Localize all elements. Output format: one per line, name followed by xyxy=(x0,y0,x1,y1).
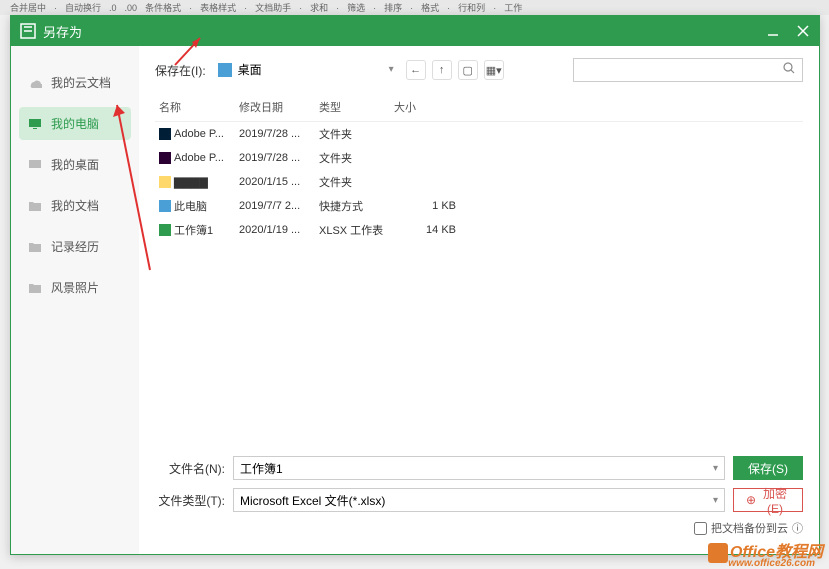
folder-icon xyxy=(159,176,171,188)
cloud-icon xyxy=(27,75,43,91)
info-icon: ⓘ xyxy=(792,520,803,536)
up-button[interactable]: ↑ xyxy=(432,60,452,80)
sidebar-item-records[interactable]: 记录经历 xyxy=(11,230,139,263)
file-list-header[interactable]: 名称 修改日期 类型 大小 xyxy=(155,93,803,122)
filetype-label: 文件类型(T): xyxy=(155,492,225,509)
chevron-down-icon: ▾ xyxy=(389,64,394,75)
folder-icon xyxy=(27,280,43,296)
sidebar-label: 我的电脑 xyxy=(51,115,99,132)
file-list: 名称 修改日期 类型 大小 Adobe P... 2019/7/28 ... 文… xyxy=(155,92,803,450)
pc-icon xyxy=(159,200,171,212)
filename-input[interactable]: 工作簿1 ▾ xyxy=(233,456,725,480)
file-row[interactable]: 此电脑 2019/7/7 2... 快捷方式 1 KB xyxy=(155,194,803,218)
folder-icon xyxy=(27,239,43,255)
file-row[interactable]: ▇▇▇▇ 2020/1/15 ... 文件夹 xyxy=(155,170,803,194)
watermark: Office教程网 www.office26.com xyxy=(708,538,823,563)
pr-icon xyxy=(159,152,171,164)
path-row: 保存在(I): 桌面 ▾ ← ↑ ▢ ▦▾ xyxy=(155,58,803,82)
backup-checkbox[interactable] xyxy=(694,522,707,535)
encrypt-button[interactable]: ⊕ 加密(E) xyxy=(733,488,803,512)
back-button[interactable]: ← xyxy=(406,60,426,80)
search-box[interactable] xyxy=(573,58,803,82)
col-size[interactable]: 大小 xyxy=(390,97,460,117)
save-button[interactable]: 保存(S) xyxy=(733,456,803,480)
bottom-panel: 文件名(N): 工作簿1 ▾ 保存(S) 文件类型(T): Microsoft … xyxy=(155,450,803,542)
sidebar-label: 我的桌面 xyxy=(51,156,99,173)
sidebar-item-desktop[interactable]: 我的桌面 xyxy=(11,148,139,181)
sidebar-label: 我的云文档 xyxy=(51,74,111,91)
watermark-url: www.office26.com xyxy=(728,558,815,569)
chevron-down-icon: ▾ xyxy=(713,495,718,506)
office-icon xyxy=(708,543,728,563)
search-input[interactable] xyxy=(580,63,782,77)
close-button[interactable] xyxy=(795,23,811,39)
backup-checkbox-row[interactable]: 把文档备份到云 ⓘ xyxy=(155,520,803,536)
xlsx-icon xyxy=(159,224,171,236)
save-as-dialog: 另存为 我的云文档 我的电脑 我的桌面 xyxy=(10,15,820,555)
new-folder-button[interactable]: ▢ xyxy=(458,60,478,80)
titlebar: 另存为 xyxy=(11,16,819,46)
location-dropdown[interactable]: 桌面 ▾ xyxy=(214,59,394,81)
sidebar-item-cloud[interactable]: 我的云文档 xyxy=(11,66,139,99)
col-date[interactable]: 修改日期 xyxy=(235,97,315,117)
sidebar-label: 我的文档 xyxy=(51,197,99,214)
file-row[interactable]: Adobe P... 2019/7/28 ... 文件夹 xyxy=(155,146,803,170)
sidebar-item-documents[interactable]: 我的文档 xyxy=(11,189,139,222)
dialog-title: 另存为 xyxy=(43,22,765,41)
computer-icon xyxy=(27,116,43,132)
backup-label: 把文档备份到云 xyxy=(711,520,788,536)
minimize-button[interactable] xyxy=(765,23,781,39)
col-name[interactable]: 名称 xyxy=(155,97,235,117)
filename-label: 文件名(N): xyxy=(155,460,225,477)
file-row[interactable]: Adobe P... 2019/7/28 ... 文件夹 xyxy=(155,122,803,146)
filetype-dropdown[interactable]: Microsoft Excel 文件(*.xlsx) ▾ xyxy=(233,488,725,512)
ps-icon xyxy=(159,128,171,140)
sidebar-label: 记录经历 xyxy=(51,238,99,255)
sidebar-item-computer[interactable]: 我的电脑 xyxy=(19,107,131,140)
folder-icon xyxy=(27,198,43,214)
view-button[interactable]: ▦▾ xyxy=(484,60,504,80)
col-type[interactable]: 类型 xyxy=(315,97,390,117)
desktop-icon xyxy=(27,157,43,173)
location-value: 桌面 xyxy=(238,61,262,78)
lock-icon: ⊕ xyxy=(746,493,756,507)
app-icon xyxy=(19,22,37,40)
sidebar-item-photos[interactable]: 风景照片 xyxy=(11,271,139,304)
file-row[interactable]: 工作簿1 2020/1/19 ... XLSX 工作表 14 KB xyxy=(155,218,803,242)
search-icon xyxy=(782,61,796,80)
sidebar-label: 风景照片 xyxy=(51,279,99,296)
save-in-label: 保存在(I): xyxy=(155,62,206,79)
background-ribbon: 合并居中· 自动换行 .0 .00 条件格式· 表格样式· 文档助手· 求和· … xyxy=(0,0,829,15)
sidebar: 我的云文档 我的电脑 我的桌面 我的文档 记录经历 风景照片 xyxy=(11,46,139,554)
desktop-icon xyxy=(218,63,232,77)
main-panel: 保存在(I): 桌面 ▾ ← ↑ ▢ ▦▾ xyxy=(139,46,819,554)
chevron-down-icon: ▾ xyxy=(713,463,718,474)
